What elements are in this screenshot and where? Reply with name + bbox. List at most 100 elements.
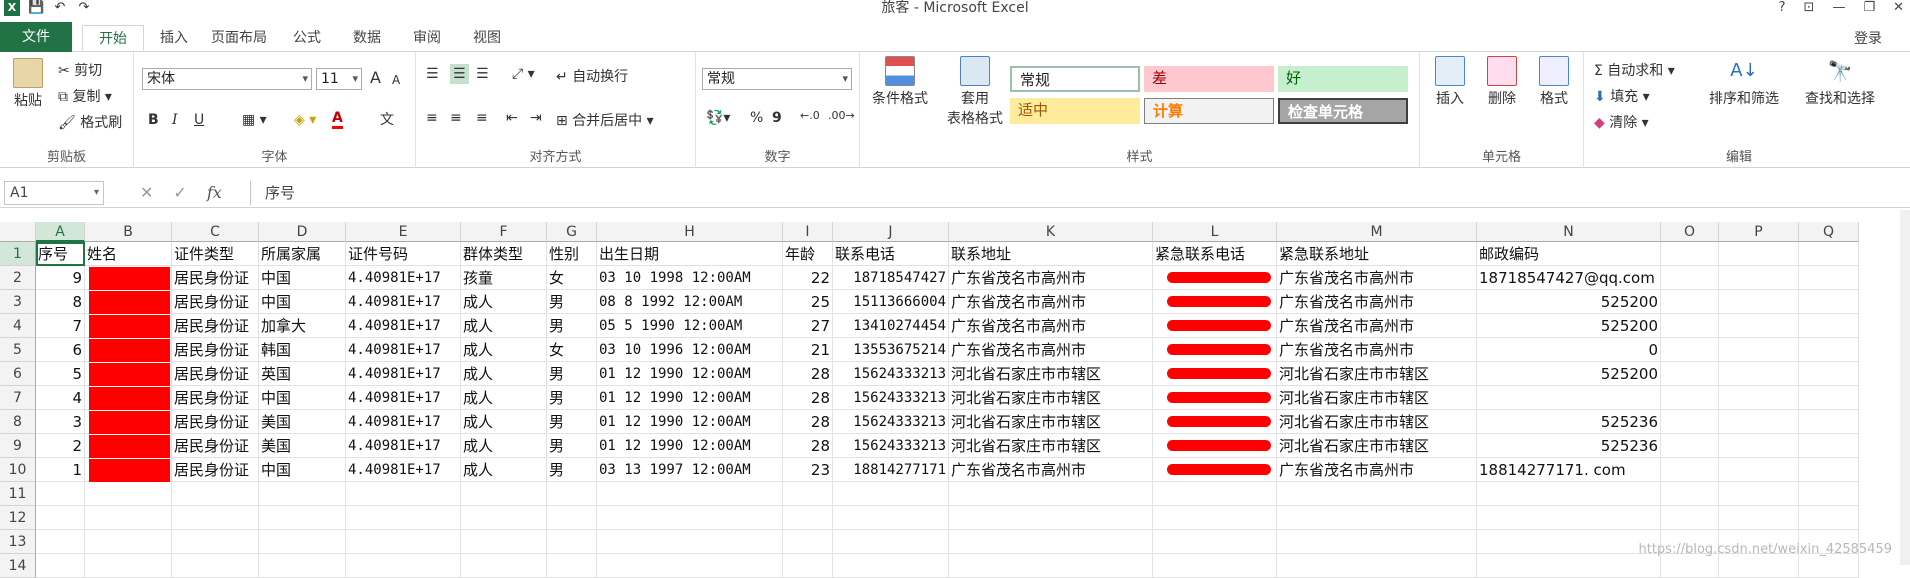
restore-button[interactable]: ❐: [1863, 0, 1875, 16]
cell-M14[interactable]: [1277, 554, 1477, 578]
fill-button[interactable]: ⬇ 填充 ▾: [1594, 86, 1650, 106]
cell-P14[interactable]: [1719, 554, 1799, 578]
tab-data[interactable]: 数据: [346, 25, 388, 51]
cell-D5[interactable]: 韩国: [259, 338, 346, 362]
cell-C11[interactable]: [172, 482, 259, 506]
bold-button[interactable]: B: [148, 110, 159, 130]
paste-button[interactable]: 粘贴: [10, 58, 46, 110]
cell-Q14[interactable]: [1799, 554, 1859, 578]
cell-O7[interactable]: [1661, 386, 1719, 410]
cell-C14[interactable]: [172, 554, 259, 578]
cancel-icon[interactable]: ✕: [140, 183, 153, 202]
cell-J11[interactable]: [833, 482, 949, 506]
cell-F13[interactable]: [461, 530, 547, 554]
font-color-icon[interactable]: A: [332, 110, 343, 129]
borders-icon[interactable]: ▦ ▾: [242, 110, 267, 130]
cell-B13[interactable]: [85, 530, 172, 554]
cut-button[interactable]: ✂ 剪切: [58, 60, 102, 80]
cell-D13[interactable]: [259, 530, 346, 554]
cell-O14[interactable]: [1661, 554, 1719, 578]
row-header-2[interactable]: 2: [0, 266, 36, 290]
tab-formulas[interactable]: 公式: [286, 25, 328, 51]
cell-G14[interactable]: [547, 554, 597, 578]
cell-O8[interactable]: [1661, 410, 1719, 434]
cell-A14[interactable]: [36, 554, 85, 578]
cell-A12[interactable]: [36, 506, 85, 530]
percent-button[interactable]: %: [750, 108, 763, 128]
cell-A11[interactable]: [36, 482, 85, 506]
column-header-M[interactable]: M: [1277, 222, 1477, 242]
cell-G2[interactable]: 女: [547, 266, 597, 290]
style-calculation[interactable]: 计算: [1144, 98, 1274, 124]
format-painter-button[interactable]: 🖌 格式刷: [58, 112, 122, 132]
cell-K8[interactable]: 河北省石家庄市市辖区: [949, 410, 1153, 434]
cell-F8[interactable]: 成人: [461, 410, 547, 434]
cell-M9[interactable]: 河北省石家庄市市辖区: [1277, 434, 1477, 458]
cell-I6[interactable]: 28: [783, 362, 833, 386]
row-header-8[interactable]: 8: [0, 410, 36, 434]
cell-O3[interactable]: [1661, 290, 1719, 314]
currency-icon[interactable]: 💱▾: [706, 108, 730, 128]
cell-H9[interactable]: 01 12 1990 12:00AM: [597, 434, 783, 458]
close-button[interactable]: ✕: [1893, 0, 1904, 16]
cell-Q5[interactable]: [1799, 338, 1859, 362]
cell-P1[interactable]: [1719, 242, 1799, 266]
cell-A6[interactable]: 5: [36, 362, 85, 386]
cell-E14[interactable]: [346, 554, 461, 578]
cell-F1[interactable]: 群体类型: [461, 242, 547, 266]
find-select-button[interactable]: 🔭 查找和选择: [1792, 56, 1888, 108]
cell-I5[interactable]: 21: [783, 338, 833, 362]
login-link[interactable]: 登录: [1854, 28, 1882, 48]
align-middle-icon[interactable]: ☰: [450, 64, 469, 84]
cell-I1[interactable]: 年龄: [783, 242, 833, 266]
cell-C7[interactable]: 居民身份证: [172, 386, 259, 410]
cell-F6[interactable]: 成人: [461, 362, 547, 386]
cell-E13[interactable]: [346, 530, 461, 554]
cell-B1[interactable]: 姓名: [85, 242, 172, 266]
cell-N14[interactable]: [1477, 554, 1661, 578]
cell-B14[interactable]: [85, 554, 172, 578]
cell-P9[interactable]: [1719, 434, 1799, 458]
cell-Q3[interactable]: [1799, 290, 1859, 314]
cell-H4[interactable]: 05 5 1990 12:00AM: [597, 314, 783, 338]
cell-Q2[interactable]: [1799, 266, 1859, 290]
cell-E4[interactable]: 4.40981E+17: [346, 314, 461, 338]
cell-I11[interactable]: [783, 482, 833, 506]
column-header-A[interactable]: A: [36, 222, 85, 242]
column-header-D[interactable]: D: [259, 222, 346, 242]
align-right-icon[interactable]: ≡: [476, 108, 488, 128]
cell-E12[interactable]: [346, 506, 461, 530]
cell-M3[interactable]: 广东省茂名市高州市: [1277, 290, 1477, 314]
cell-N9[interactable]: 525236: [1477, 434, 1661, 458]
align-bottom-icon[interactable]: ☰: [476, 64, 489, 84]
cell-L12[interactable]: [1153, 506, 1277, 530]
row-header-12[interactable]: 12: [0, 506, 36, 530]
decrease-indent-icon[interactable]: ⇤: [506, 108, 518, 128]
cell-K4[interactable]: 广东省茂名市高州市: [949, 314, 1153, 338]
increase-decimal-icon[interactable]: ←.0: [800, 106, 820, 126]
cell-D9[interactable]: 美国: [259, 434, 346, 458]
cell-A1[interactable]: 序号: [36, 242, 85, 266]
cell-E11[interactable]: [346, 482, 461, 506]
delete-cells-button[interactable]: 删除: [1480, 56, 1524, 108]
font-size-select[interactable]: 11: [316, 68, 362, 90]
cell-Q12[interactable]: [1799, 506, 1859, 530]
cell-M5[interactable]: 广东省茂名市高州市: [1277, 338, 1477, 362]
cell-F5[interactable]: 成人: [461, 338, 547, 362]
column-header-Q[interactable]: Q: [1799, 222, 1859, 242]
cell-D4[interactable]: 加拿大: [259, 314, 346, 338]
cell-G10[interactable]: 男: [547, 458, 597, 482]
cell-D7[interactable]: 中国: [259, 386, 346, 410]
cell-J12[interactable]: [833, 506, 949, 530]
cell-C13[interactable]: [172, 530, 259, 554]
cell-J8[interactable]: 15624333213: [833, 410, 949, 434]
cell-I10[interactable]: 23: [783, 458, 833, 482]
phonetic-button[interactable]: 文: [380, 110, 394, 130]
row-header-4[interactable]: 4: [0, 314, 36, 338]
style-check-cell[interactable]: 检查单元格: [1278, 98, 1408, 124]
cell-I9[interactable]: 28: [783, 434, 833, 458]
cell-G5[interactable]: 女: [547, 338, 597, 362]
cell-O1[interactable]: [1661, 242, 1719, 266]
cell-M13[interactable]: [1277, 530, 1477, 554]
cell-D1[interactable]: 所属家属: [259, 242, 346, 266]
